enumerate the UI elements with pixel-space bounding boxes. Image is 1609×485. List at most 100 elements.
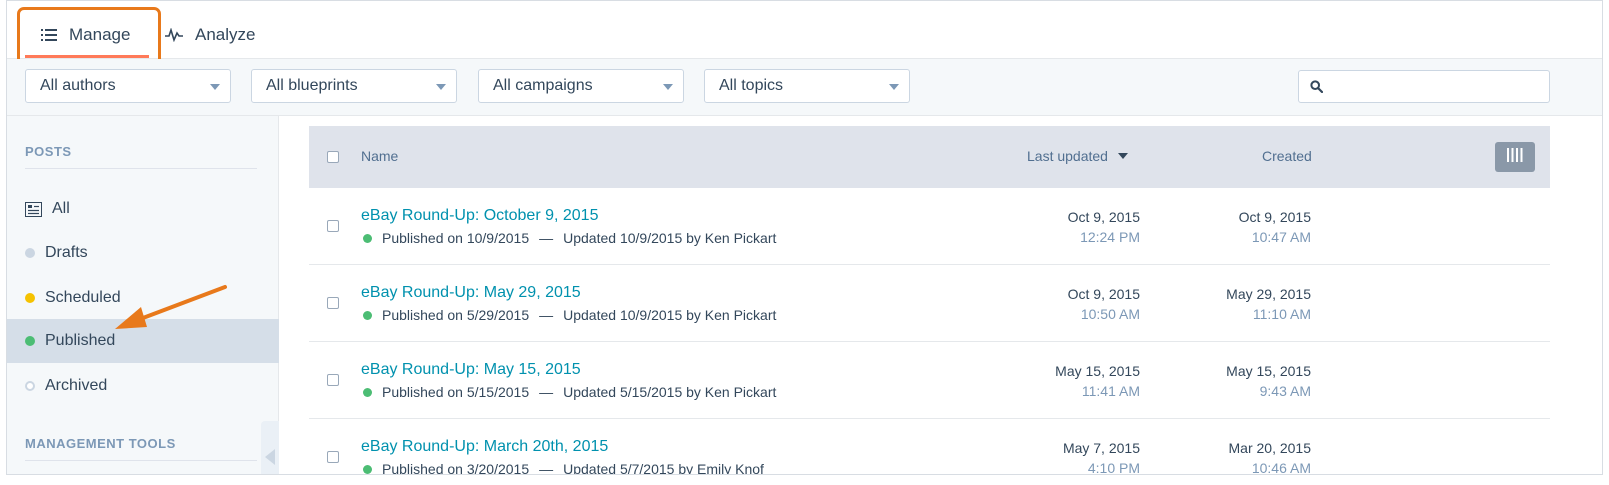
row-checkbox[interactable]	[327, 297, 339, 309]
app-frame: Manage Analyze All authors All blueprint…	[6, 0, 1603, 475]
post-meta: Published on 5/15/2015 — Updated 5/15/20…	[363, 384, 776, 400]
sidebar-item-scheduled[interactable]: Scheduled	[7, 276, 279, 320]
sidebar-item-label: All	[52, 200, 70, 217]
chevron-down-icon	[889, 84, 899, 90]
last-updated-time: 11:41 AM	[1081, 383, 1140, 399]
post-title-link[interactable]: eBay Round-Up: May 15, 2015	[361, 361, 581, 379]
sidebar-item-label: Published	[45, 332, 116, 349]
last-updated-date: Oct 9, 2015	[1067, 209, 1140, 225]
post-title-link[interactable]: eBay Round-Up: October 9, 2015	[361, 207, 598, 225]
divider	[25, 460, 257, 461]
divider	[25, 168, 257, 169]
row-checkbox[interactable]	[327, 220, 339, 232]
sidebar-item-label: Archived	[45, 377, 108, 394]
status-dot-icon	[25, 293, 35, 303]
column-header-created[interactable]: Created	[1262, 148, 1312, 164]
chevron-down-icon	[210, 84, 220, 90]
published-status-icon	[363, 464, 372, 474]
created-time: 9:43 AM	[1259, 383, 1311, 399]
published-text: Published on 5/15/2015	[382, 384, 530, 400]
blueprints-select[interactable]: All blueprints	[251, 69, 457, 103]
topics-select-value: All topics	[719, 77, 784, 94]
sidebar: POSTS All Drafts Scheduled Published Arc…	[7, 116, 279, 474]
row-checkbox[interactable]	[327, 374, 339, 386]
published-status-icon	[363, 387, 372, 397]
status-dot-icon	[25, 381, 35, 391]
published-status-icon	[363, 233, 372, 243]
post-title-link[interactable]: eBay Round-Up: May 29, 2015	[361, 284, 581, 302]
updated-by-text: Updated 5/15/2015 by Ken Pickart	[563, 384, 777, 400]
post-meta: Published on 3/20/2015 — Updated 5/7/201…	[363, 461, 764, 475]
blueprints-select-value: All blueprints	[266, 77, 358, 94]
tab-bar: Manage Analyze	[7, 1, 1602, 69]
published-text: Published on 5/29/2015	[382, 307, 530, 323]
table-row[interactable]: eBay Round-Up: October 9, 2015 Published…	[309, 188, 1550, 265]
column-header-name: Name	[361, 148, 399, 164]
created-time: 10:46 AM	[1251, 460, 1311, 475]
created-date: Mar 20, 2015	[1228, 440, 1312, 456]
last-updated-date: May 15, 2015	[1055, 363, 1140, 379]
search-input[interactable]	[1298, 70, 1550, 103]
updated-by-text: Updated 5/7/2015 by Emily Knof	[563, 461, 764, 475]
sidebar-item-label: Scheduled	[45, 289, 121, 306]
column-settings-button[interactable]	[1495, 142, 1535, 172]
authors-select-value: All authors	[40, 77, 116, 94]
post-meta: Published on 10/9/2015 — Updated 10/9/20…	[363, 230, 776, 246]
status-dot-icon	[25, 336, 35, 346]
active-tab-indicator	[25, 55, 149, 58]
sort-descending-icon	[1117, 153, 1128, 159]
column-header-label: Last updated	[1027, 148, 1108, 164]
created-date: May 15, 2015	[1226, 363, 1311, 379]
tab-manage[interactable]: Manage	[41, 21, 130, 49]
created-time: 10:47 AM	[1251, 229, 1311, 245]
topics-select[interactable]: All topics	[704, 69, 910, 103]
search-icon	[1310, 80, 1324, 98]
published-text: Published on 10/9/2015	[382, 230, 530, 246]
post-title-link[interactable]: eBay Round-Up: March 20th, 2015	[361, 438, 608, 456]
chevron-down-icon	[663, 84, 673, 90]
table-row[interactable]: eBay Round-Up: March 20th, 2015 Publishe…	[309, 419, 1550, 475]
authors-select[interactable]: All authors	[25, 69, 231, 103]
created-time: 11:10 AM	[1252, 306, 1311, 322]
last-updated-date: Oct 9, 2015	[1067, 286, 1140, 302]
last-updated-date: May 7, 2015	[1062, 440, 1140, 456]
campaigns-select[interactable]: All campaigns	[478, 69, 684, 103]
last-updated-time: 12:24 PM	[1080, 229, 1140, 245]
tab-analyze[interactable]: Analyze	[165, 21, 255, 49]
select-all-checkbox[interactable]	[327, 151, 339, 163]
tab-manage-label: Manage	[69, 25, 131, 44]
table-header: Name Last updated Created	[309, 126, 1550, 188]
sidebar-item-label: Drafts	[45, 244, 88, 261]
status-dot-icon	[25, 248, 35, 258]
published-text: Published on 3/20/2015	[382, 461, 530, 475]
separator: —	[539, 461, 554, 475]
published-status-icon	[363, 310, 372, 320]
sidebar-item-all[interactable]: All	[7, 187, 279, 231]
main-content: Name Last updated Created eBay Round-Up:…	[279, 116, 1602, 475]
chevron-left-icon	[265, 449, 275, 465]
collapse-sidebar-button[interactable]	[261, 421, 279, 474]
row-checkbox[interactable]	[327, 451, 339, 463]
columns-icon	[1507, 147, 1523, 167]
created-date: May 29, 2015	[1226, 286, 1311, 302]
separator: —	[539, 384, 554, 400]
sidebar-item-archived[interactable]: Archived	[7, 364, 279, 408]
sidebar-item-drafts[interactable]: Drafts	[7, 231, 279, 275]
table-row[interactable]: eBay Round-Up: May 15, 2015 Published on…	[309, 342, 1550, 419]
tab-analyze-label: Analyze	[195, 25, 256, 44]
updated-by-text: Updated 10/9/2015 by Ken Pickart	[563, 230, 777, 246]
separator: —	[539, 230, 554, 246]
post-meta: Published on 5/29/2015 — Updated 10/9/20…	[363, 307, 776, 323]
updated-by-text: Updated 10/9/2015 by Ken Pickart	[563, 307, 777, 323]
created-date: Oct 9, 2015	[1238, 209, 1311, 225]
column-header-last-updated[interactable]: Last updated	[1027, 148, 1128, 164]
sidebar-item-published[interactable]: Published	[7, 319, 279, 363]
table-row[interactable]: eBay Round-Up: May 29, 2015 Published on…	[309, 265, 1550, 342]
pulse-icon	[165, 28, 183, 42]
filter-bar: All authors All blueprints All campaigns…	[7, 59, 1602, 116]
campaigns-select-value: All campaigns	[493, 77, 593, 94]
separator: —	[539, 307, 554, 323]
last-updated-time: 10:50 AM	[1080, 306, 1140, 322]
posts-heading: POSTS	[25, 144, 72, 159]
management-tools-heading: MANAGEMENT TOOLS	[25, 436, 176, 451]
